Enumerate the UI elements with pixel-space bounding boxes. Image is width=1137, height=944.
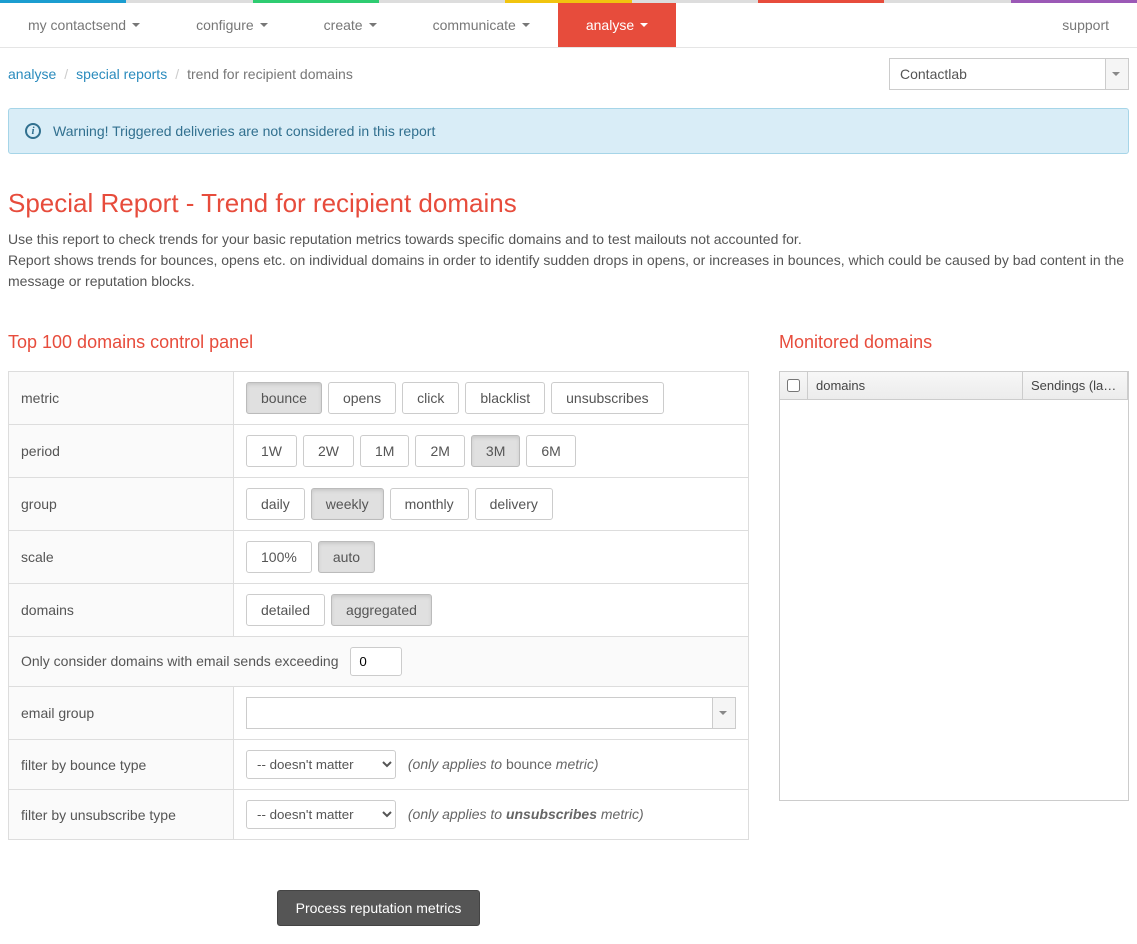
caret-icon: [640, 23, 648, 27]
domains-buttons: detailed aggregated: [246, 594, 736, 626]
metric-click[interactable]: click: [402, 382, 459, 414]
metric-label: metric: [9, 372, 234, 425]
threshold-input[interactable]: [350, 647, 402, 676]
unsub-filter-hint: (only applies to unsubscribes metric): [408, 806, 644, 822]
process-button[interactable]: Process reputation metrics: [277, 890, 481, 926]
nav-label: communicate: [433, 17, 516, 33]
caret-icon: [260, 23, 268, 27]
warning-alert: i Warning! Triggered deliveries are not …: [8, 108, 1129, 154]
control-panel-heading: Top 100 domains control panel: [8, 332, 749, 353]
period-3m[interactable]: 3M: [471, 435, 520, 467]
scale-100[interactable]: 100%: [246, 541, 312, 573]
breadcrumb-sep: /: [64, 66, 68, 82]
select-all-checkbox[interactable]: [787, 379, 800, 392]
nav-label: analyse: [586, 17, 634, 33]
unsub-filter-select[interactable]: -- doesn't matter: [246, 800, 396, 829]
unsub-filter-label: filter by unsubscribe type: [9, 790, 234, 840]
bounce-filter-label: filter by bounce type: [9, 740, 234, 790]
domains-label: domains: [9, 584, 234, 637]
scale-buttons: 100% auto: [246, 541, 736, 573]
breadcrumb-analyse[interactable]: analyse: [8, 66, 56, 82]
period-2w[interactable]: 2W: [303, 435, 354, 467]
caret-icon: [132, 23, 140, 27]
domains-aggregated[interactable]: aggregated: [331, 594, 432, 626]
period-2m[interactable]: 2M: [415, 435, 464, 467]
main-nav: my contactsend configure create communic…: [0, 3, 1137, 48]
group-label: group: [9, 478, 234, 531]
group-daily[interactable]: daily: [246, 488, 305, 520]
period-1w[interactable]: 1W: [246, 435, 297, 467]
breadcrumb-sep: /: [175, 66, 179, 82]
control-panel-table: metric bounce opens click blacklist unsu…: [8, 371, 749, 840]
account-select[interactable]: Contactlab: [889, 58, 1129, 90]
nav-label: configure: [196, 17, 254, 33]
monitored-table-body: [780, 400, 1128, 798]
metric-unsubscribes[interactable]: unsubscribes: [551, 382, 664, 414]
period-label: period: [9, 425, 234, 478]
period-6m[interactable]: 6M: [526, 435, 575, 467]
nav-communicate[interactable]: communicate: [405, 3, 558, 47]
nav-analyse[interactable]: analyse: [558, 3, 676, 47]
group-monthly[interactable]: monthly: [390, 488, 469, 520]
caret-icon: [522, 23, 530, 27]
nav-label: support: [1062, 17, 1109, 33]
page-desc-2: Report shows trends for bounces, opens e…: [8, 250, 1129, 292]
bounce-filter-hint: (only applies to bounce metric): [408, 756, 599, 772]
group-delivery[interactable]: delivery: [475, 488, 553, 520]
breadcrumb-row: analyse / special reports / trend for re…: [0, 48, 1137, 100]
period-buttons: 1W 2W 1M 2M 3M 6M: [246, 435, 736, 467]
col-sendings[interactable]: Sendings (latest…: [1023, 372, 1128, 399]
nav-my-contactsend[interactable]: my contactsend: [0, 3, 168, 47]
breadcrumb-special-reports[interactable]: special reports: [76, 66, 167, 82]
info-icon: i: [25, 123, 41, 139]
monitored-domains-table: domains Sendings (latest…: [779, 371, 1129, 801]
metric-bounce[interactable]: bounce: [246, 382, 322, 414]
page-title: Special Report - Trend for recipient dom…: [8, 188, 1129, 219]
col-domains[interactable]: domains: [808, 372, 1023, 399]
page-desc-1: Use this report to check trends for your…: [8, 229, 1129, 250]
email-group-select[interactable]: [246, 697, 736, 729]
scale-auto[interactable]: auto: [318, 541, 375, 573]
metric-buttons: bounce opens click blacklist unsubscribe…: [246, 382, 736, 414]
group-buttons: daily weekly monthly delivery: [246, 488, 736, 520]
metric-opens[interactable]: opens: [328, 382, 396, 414]
breadcrumb-current: trend for recipient domains: [187, 66, 353, 82]
email-group-label: email group: [9, 687, 234, 740]
nav-configure[interactable]: configure: [168, 3, 296, 47]
monitored-table-header: domains Sendings (latest…: [780, 372, 1128, 400]
nav-create[interactable]: create: [296, 3, 405, 47]
nav-label: create: [324, 17, 363, 33]
domains-detailed[interactable]: detailed: [246, 594, 325, 626]
nav-support[interactable]: support: [1034, 3, 1137, 47]
period-1m[interactable]: 1M: [360, 435, 409, 467]
caret-icon: [369, 23, 377, 27]
scale-label: scale: [9, 531, 234, 584]
threshold-label: Only consider domains with email sends e…: [21, 653, 339, 669]
bounce-filter-select[interactable]: -- doesn't matter: [246, 750, 396, 779]
nav-label: my contactsend: [28, 17, 126, 33]
monitored-heading: Monitored domains: [779, 332, 1129, 353]
metric-blacklist[interactable]: blacklist: [465, 382, 545, 414]
alert-text: Warning! Triggered deliveries are not co…: [53, 123, 435, 139]
group-weekly[interactable]: weekly: [311, 488, 384, 520]
